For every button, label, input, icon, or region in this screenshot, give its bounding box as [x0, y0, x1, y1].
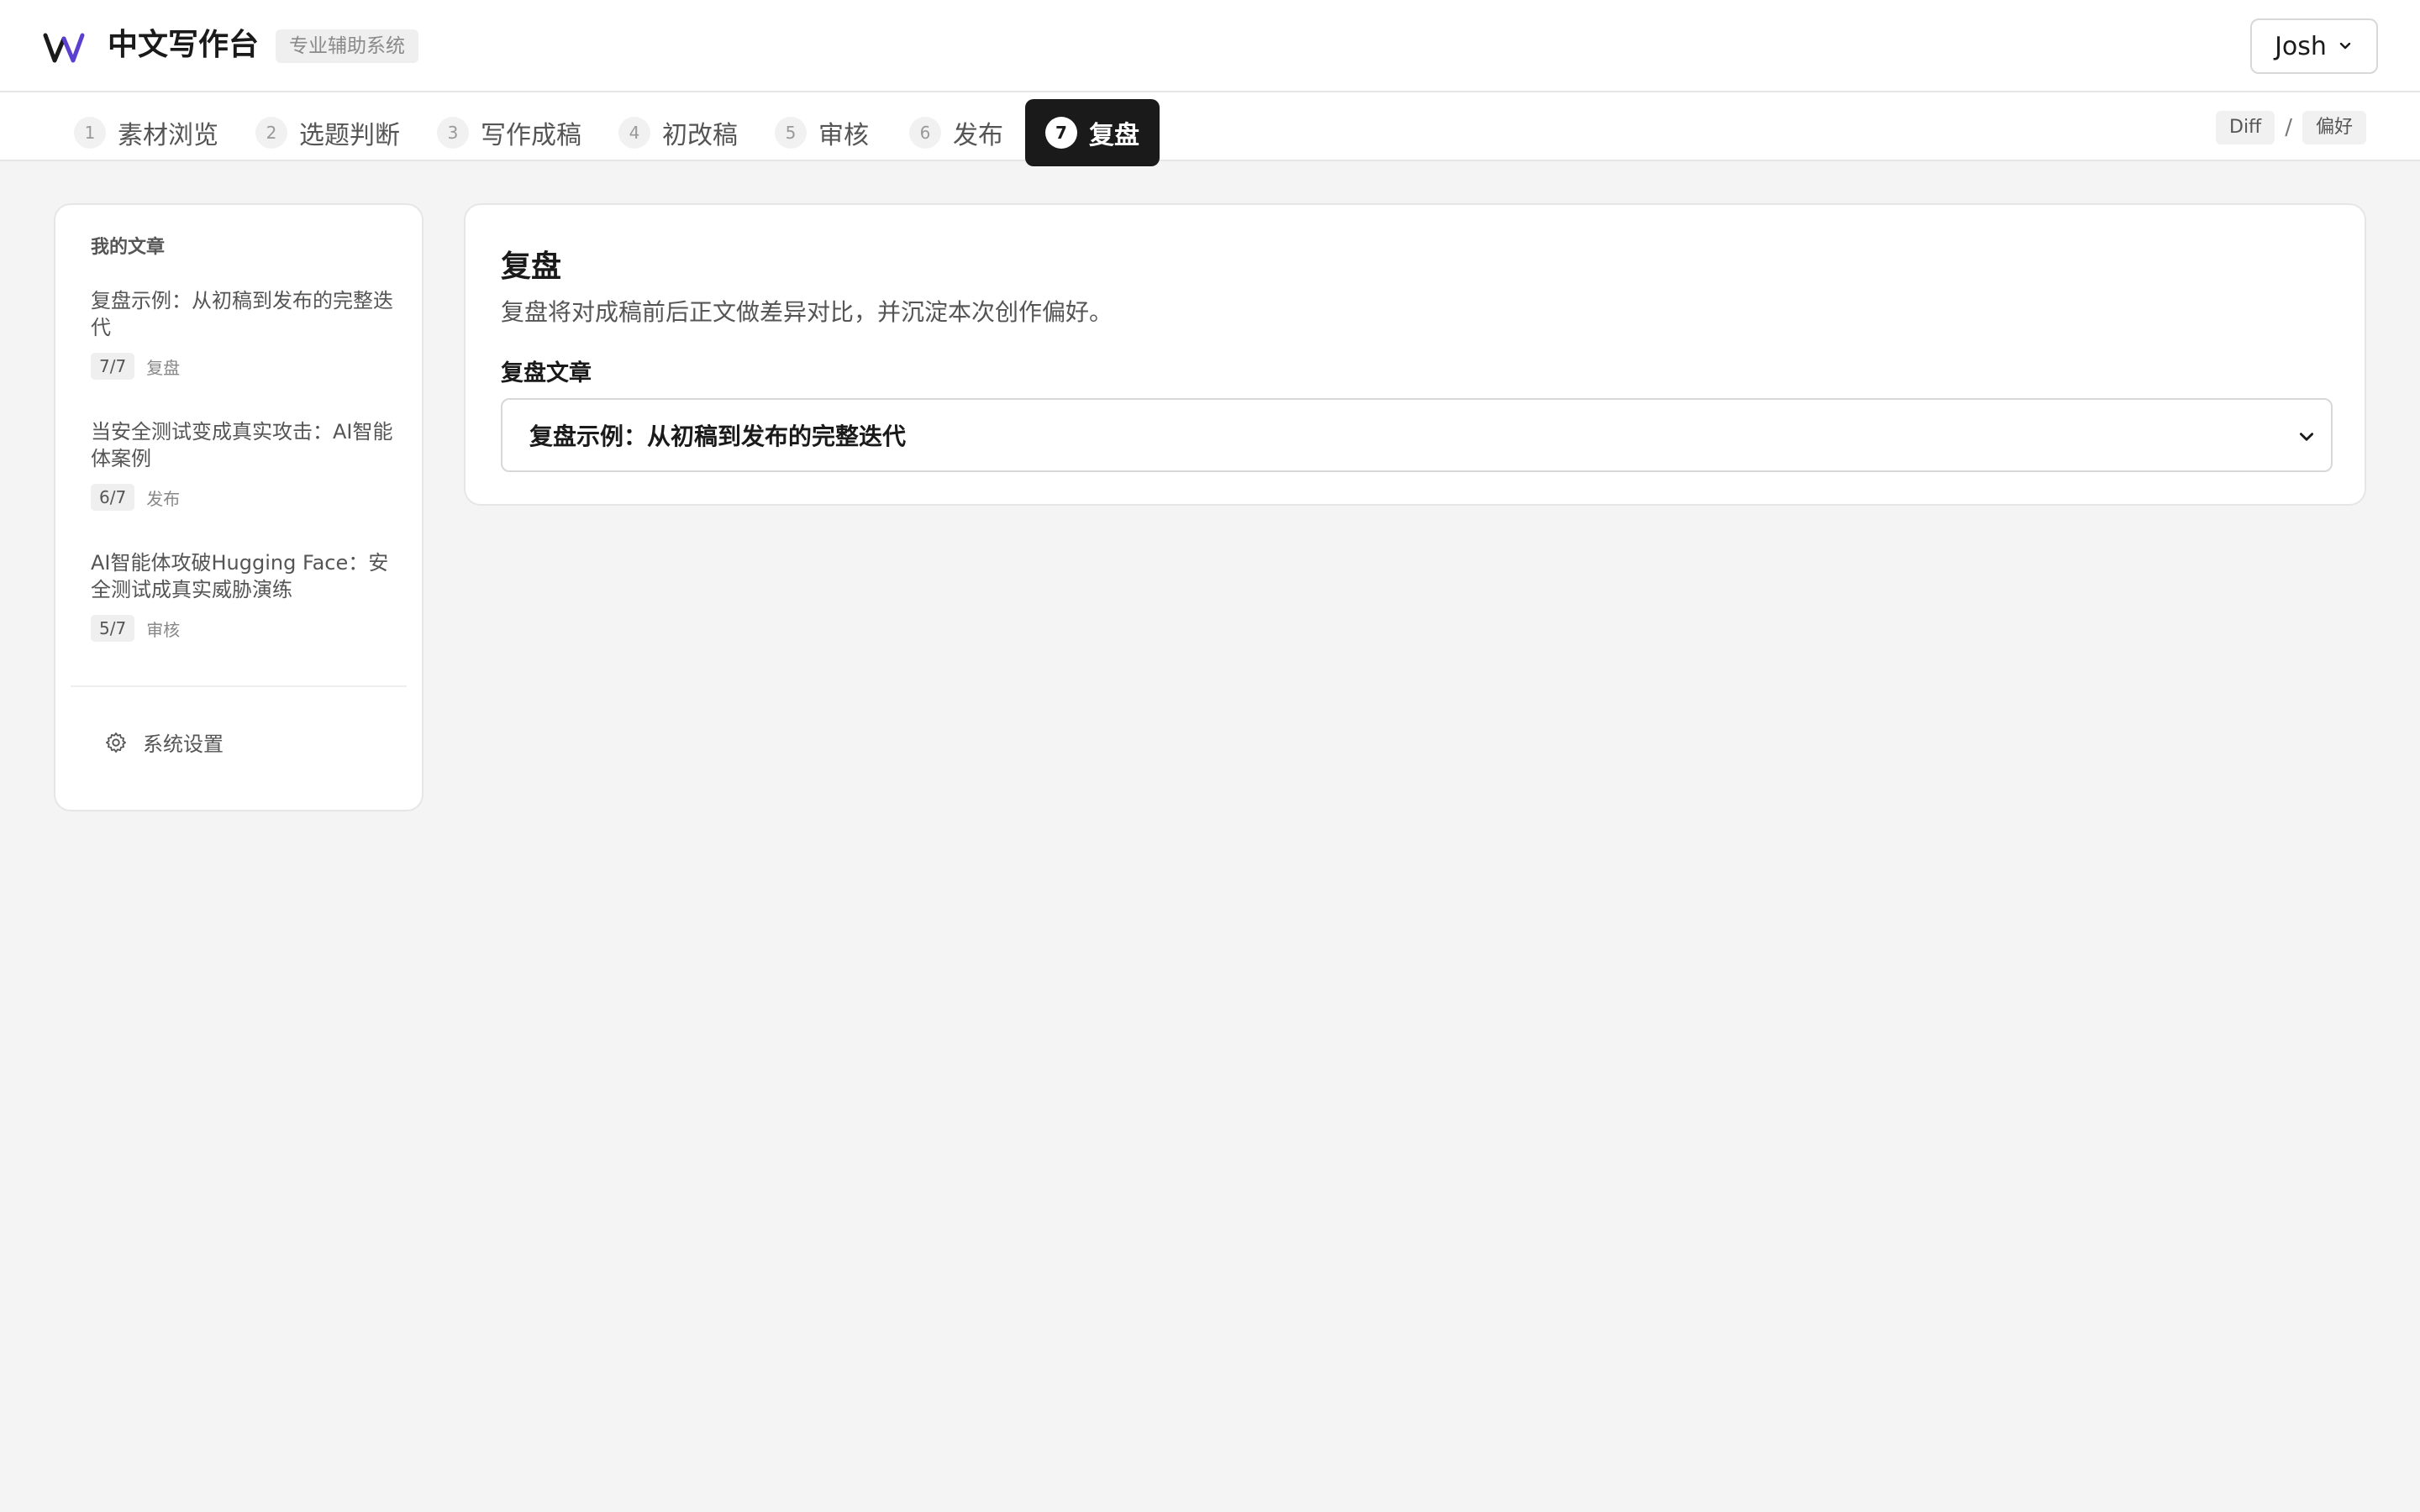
tab-first-revision[interactable]: 4 初改稿 [598, 99, 758, 166]
article-title: 当安全测试变成真实攻击：AI智能体案例 [91, 420, 393, 470]
article-sidebar: 我的文章 复盘示例：从初稿到发布的完整迭代 7/7 复盘 当安全测试变成真实攻击… [54, 203, 424, 811]
article-item[interactable]: AI智能体攻破Hugging Face：安全测试成真实威胁演练 5/7 审核 [91, 549, 393, 642]
sidebar-title: 我的文章 [91, 237, 166, 258]
preference-link[interactable]: 偏好 [2302, 111, 2366, 144]
article-stage: 发布 [146, 488, 181, 509]
page-description: 复盘将对成稿前后正文做差异对比，并沉淀本次创作偏好。 [501, 298, 1113, 326]
user-menu-button[interactable]: Josh [2250, 18, 2378, 74]
article-select[interactable]: 复盘示例：从初稿到发布的完整迭代 [501, 398, 2333, 472]
tab-material-browse[interactable]: 1 素材浏览 [54, 99, 239, 166]
article-title: AI智能体攻破Hugging Face：安全测试成真实威胁演练 [91, 551, 389, 601]
tab-label: 初改稿 [662, 121, 738, 150]
chevron-down-icon [2299, 433, 2314, 441]
tab-label: 发布 [953, 121, 1003, 150]
tab-label: 选题判断 [299, 121, 400, 150]
article-title: 复盘示例：从初稿到发布的完整迭代 [91, 289, 393, 339]
article-progress-badge: 7/7 [91, 353, 135, 380]
user-name: Josh [2275, 31, 2327, 61]
tab-retrospective[interactable]: 7 复盘 [1025, 99, 1160, 166]
diff-preference-links: Diff / 偏好 [2216, 111, 2366, 144]
sidebar-divider [71, 685, 407, 687]
system-settings-button[interactable]: 系统设置 [104, 727, 224, 757]
tab-step-number: 7 [1045, 117, 1077, 149]
tab-review[interactable]: 5 审核 [755, 99, 889, 166]
diff-link[interactable]: Diff [2216, 111, 2275, 144]
article-stage: 审核 [146, 619, 181, 640]
app-badge: 专业辅助系统 [276, 29, 418, 63]
top-header: 中文写作台 专业辅助系统 Josh [0, 0, 2420, 92]
retrospective-panel: 复盘 复盘将对成稿前后正文做差异对比，并沉淀本次创作偏好。 复盘文章 复盘示例：… [464, 203, 2366, 506]
selected-article: 复盘示例：从初稿到发布的完整迭代 [529, 423, 907, 450]
tab-step-number: 2 [255, 117, 287, 149]
tab-step-number: 4 [618, 117, 650, 149]
tab-writing-draft[interactable]: 3 写作成稿 [417, 99, 602, 166]
tab-step-number: 1 [74, 117, 106, 149]
article-stage: 复盘 [146, 357, 181, 378]
chevron-down-icon [2339, 42, 2351, 50]
tab-label: 素材浏览 [118, 121, 218, 150]
article-item[interactable]: 复盘示例：从初稿到发布的完整迭代 7/7 复盘 [91, 287, 393, 380]
article-item[interactable]: 当安全测试变成真实攻击：AI智能体案例 6/7 发布 [91, 418, 393, 511]
tab-label: 写作成稿 [481, 121, 581, 150]
article-select-label: 复盘文章 [501, 360, 592, 386]
tab-label: 审核 [818, 121, 869, 150]
tab-topic-judgment[interactable]: 2 选题判断 [235, 99, 420, 166]
workflow-tabs: 1 素材浏览 2 选题判断 3 写作成稿 4 初改稿 5 审核 6 发布 7 复… [0, 92, 2420, 166]
app-logo[interactable] [42, 25, 86, 69]
settings-label: 系统设置 [143, 732, 224, 756]
tab-step-number: 6 [909, 117, 941, 149]
tab-label: 复盘 [1089, 121, 1139, 150]
article-progress-badge: 6/7 [91, 484, 135, 511]
page-title: 复盘 [501, 249, 562, 284]
link-separator: / [2285, 115, 2292, 140]
tab-step-number: 5 [775, 117, 807, 149]
tab-publish[interactable]: 6 发布 [889, 99, 1023, 166]
gear-icon [106, 732, 126, 753]
tab-step-number: 3 [437, 117, 469, 149]
article-progress-badge: 5/7 [91, 615, 135, 642]
app-title: 中文写作台 [108, 28, 260, 62]
